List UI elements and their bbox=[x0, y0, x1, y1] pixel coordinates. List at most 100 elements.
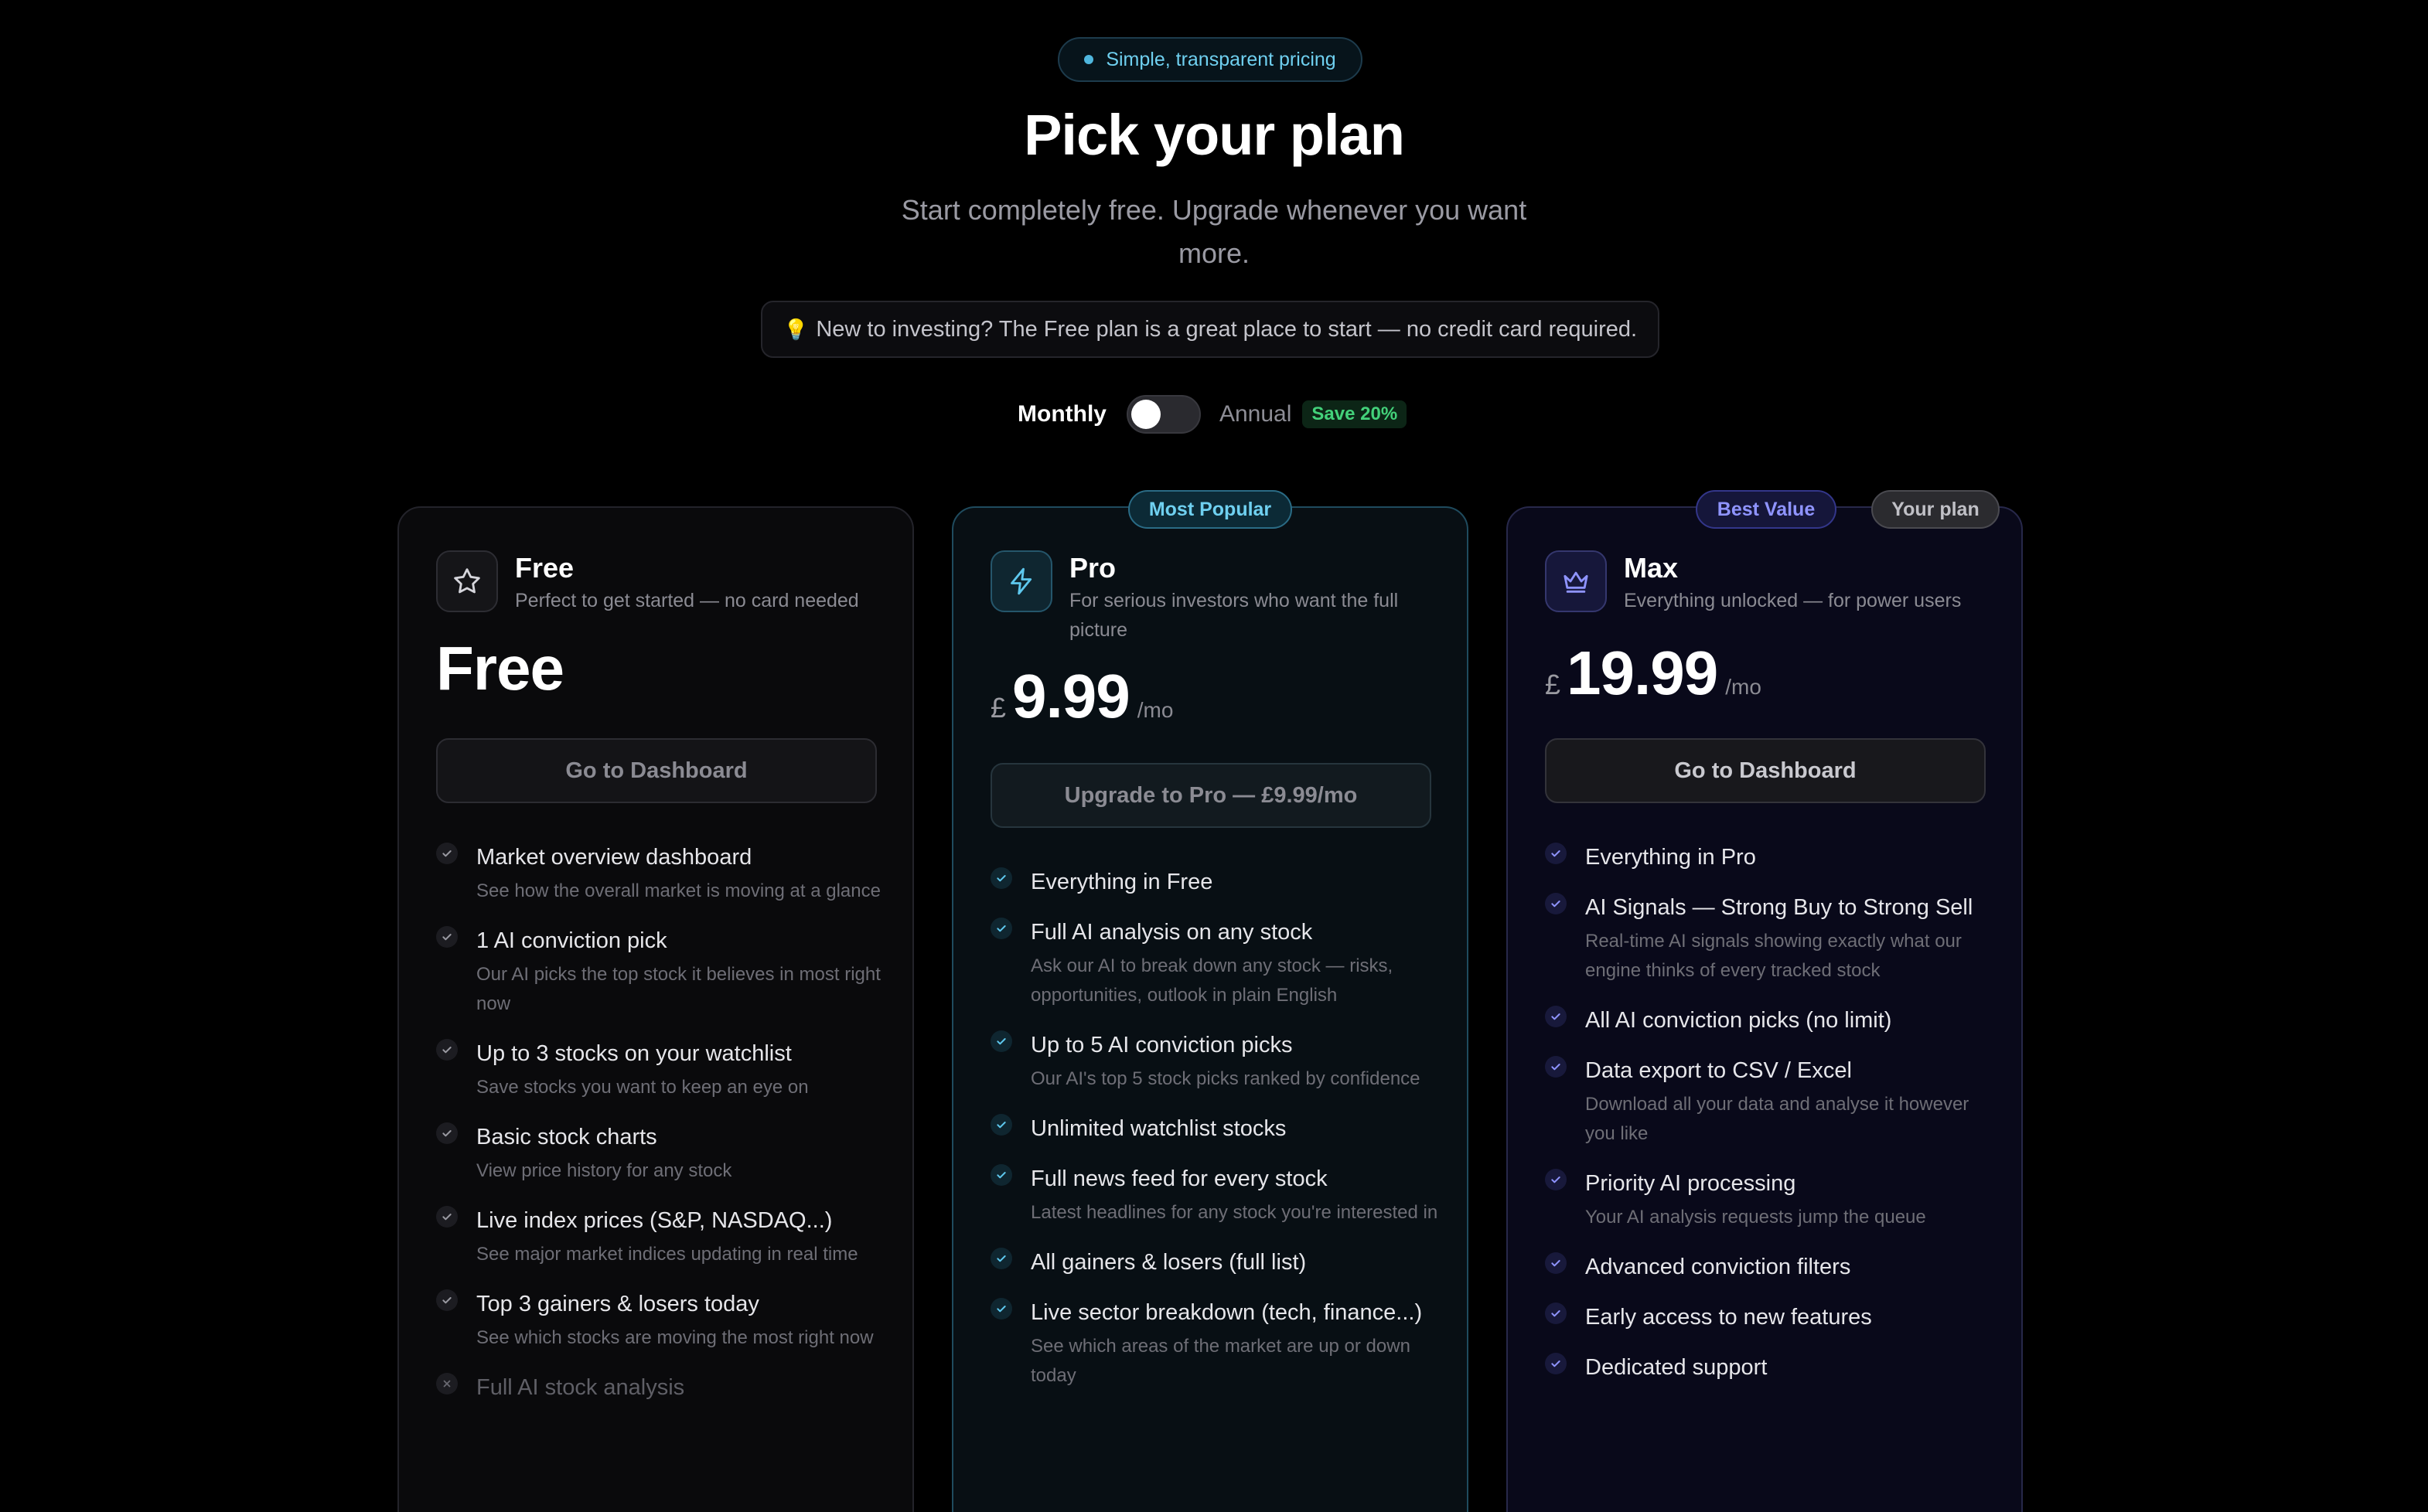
save-badge: Save 20% bbox=[1302, 400, 1407, 428]
feature-item: Early access to new features bbox=[1545, 1302, 1993, 1333]
plan-name: Pro bbox=[1069, 552, 1117, 584]
price-amount: Free bbox=[436, 634, 564, 703]
plan-card-free: Free Perfect to get started — no card ne… bbox=[397, 506, 914, 1512]
feature-title: Basic stock charts bbox=[476, 1125, 657, 1149]
feature-title: Priority AI processing bbox=[1585, 1171, 1796, 1196]
feature-item: AI Signals — Strong Buy to Strong Sell R… bbox=[1545, 892, 1993, 986]
pricing-page: Simple, transparent pricing Pick your pl… bbox=[0, 0, 2428, 1512]
page-title: Pick your plan bbox=[1024, 103, 1405, 167]
feature-item: Data export to CSV / Excel Download all … bbox=[1545, 1055, 1993, 1149]
current-plan-badge: Your plan bbox=[1871, 490, 2000, 529]
check-icon bbox=[1545, 1056, 1567, 1078]
feature-title: Live sector breakdown (tech, finance...) bbox=[1031, 1300, 1423, 1325]
badge-dot-icon bbox=[1084, 55, 1094, 64]
feature-title: Full AI analysis on any stock bbox=[1031, 920, 1313, 945]
feature-item: Everything in Free bbox=[991, 867, 1439, 897]
star-icon bbox=[436, 550, 498, 612]
check-icon bbox=[1545, 1353, 1567, 1374]
feature-item: Live index prices (S&P, NASDAQ...) See m… bbox=[436, 1205, 885, 1269]
lightning-icon bbox=[991, 550, 1052, 612]
feature-title: Advanced conviction filters bbox=[1585, 1255, 1851, 1279]
check-icon bbox=[436, 1206, 458, 1228]
feature-item: Priority AI processing Your AI analysis … bbox=[1545, 1168, 1993, 1232]
feature-item: Advanced conviction filters bbox=[1545, 1251, 1993, 1282]
feature-description: Ask our AI to break down any stock — ris… bbox=[1031, 955, 1393, 1006]
price-amount: 9.99 bbox=[1012, 662, 1130, 730]
billing-period-switch: Monthly Annual Save 20% bbox=[1018, 393, 1407, 436]
feature-list: Everything in Free Full AI analysis on a… bbox=[991, 867, 1439, 1410]
price-period: /mo bbox=[1137, 698, 1174, 722]
pricing-badge-label: Simple, transparent pricing bbox=[1106, 48, 1336, 70]
feature-item-unavailable: Full AI stock analysis bbox=[436, 1372, 885, 1403]
check-icon bbox=[991, 1298, 1012, 1320]
monthly-label[interactable]: Monthly bbox=[1018, 401, 1107, 427]
go-to-dashboard-button[interactable]: Go to Dashboard bbox=[1545, 738, 1986, 803]
feature-title: All AI conviction picks (no limit) bbox=[1585, 1008, 1892, 1033]
feature-item: Full news feed for every stock Latest he… bbox=[991, 1163, 1439, 1228]
feature-description: Save stocks you want to keep an eye on bbox=[476, 1077, 809, 1098]
plan-description: For serious investors who want the full … bbox=[1069, 590, 1399, 641]
feature-item: Top 3 gainers & losers today See which s… bbox=[436, 1289, 885, 1353]
feature-title: Dedicated support bbox=[1585, 1355, 1768, 1380]
go-to-dashboard-button[interactable]: Go to Dashboard bbox=[436, 738, 877, 803]
feature-item: All gainers & losers (full list) bbox=[991, 1247, 1439, 1278]
plan-card-pro: Pro For serious investors who want the f… bbox=[952, 506, 1468, 1512]
feature-description: See which areas of the market are up or … bbox=[1031, 1336, 1410, 1386]
check-icon bbox=[991, 1248, 1012, 1269]
check-icon bbox=[1545, 1006, 1567, 1027]
price-currency: £ bbox=[991, 692, 1007, 724]
plan-header: Free Perfect to get started — no card ne… bbox=[436, 550, 886, 615]
feature-item: Up to 5 AI conviction picks Our AI's top… bbox=[991, 1030, 1439, 1094]
feature-title: Everything in Free bbox=[1031, 870, 1213, 894]
feature-title: Full news feed for every stock bbox=[1031, 1166, 1328, 1191]
best-value-badge: Best Value bbox=[1696, 490, 1836, 529]
pricing-badge: Simple, transparent pricing bbox=[1058, 37, 1362, 82]
check-icon bbox=[1545, 1169, 1567, 1190]
check-icon bbox=[1545, 893, 1567, 914]
plan-description: Perfect to get started — no card needed bbox=[515, 590, 859, 611]
feature-title: 1 AI conviction pick bbox=[476, 928, 667, 953]
feature-description: Real-time AI signals showing exactly wha… bbox=[1585, 931, 1962, 981]
plan-header: Max Everything unlocked — for power user… bbox=[1545, 550, 1995, 615]
feature-description: Download all your data and analyse it ho… bbox=[1585, 1094, 1969, 1144]
feature-item: Up to 3 stocks on your watchlist Save st… bbox=[436, 1038, 885, 1102]
feature-item: Basic stock charts View price history fo… bbox=[436, 1122, 885, 1186]
feature-title: Up to 5 AI conviction picks bbox=[1031, 1033, 1293, 1057]
check-icon bbox=[991, 1114, 1012, 1136]
price: £ 9.99 /mo bbox=[991, 661, 1173, 732]
check-icon bbox=[436, 1289, 458, 1311]
feature-description: Your AI analysis requests jump the queue bbox=[1585, 1207, 1926, 1228]
feature-title: All gainers & losers (full list) bbox=[1031, 1250, 1307, 1275]
most-popular-badge: Most Popular bbox=[1128, 490, 1292, 529]
check-icon bbox=[991, 918, 1012, 939]
feature-description: Our AI's top 5 stock picks ranked by con… bbox=[1031, 1068, 1420, 1089]
info-note: 💡 New to investing? The Free plan is a g… bbox=[761, 301, 1659, 358]
check-icon bbox=[991, 1164, 1012, 1186]
feature-description: See how the overall market is moving at … bbox=[476, 880, 881, 901]
plan-name: Free bbox=[515, 552, 575, 584]
lightbulb-icon: 💡 bbox=[783, 317, 809, 341]
price-period: /mo bbox=[1725, 675, 1761, 699]
feature-title: Full AI stock analysis bbox=[476, 1375, 685, 1400]
feature-item: Market overview dashboard See how the ov… bbox=[436, 842, 885, 906]
feature-title: Data export to CSV / Excel bbox=[1585, 1058, 1852, 1083]
feature-item: 1 AI conviction pick Our AI picks the to… bbox=[436, 925, 885, 1019]
feature-item: Dedicated support bbox=[1545, 1352, 1993, 1383]
info-note-text: New to investing? The Free plan is a gre… bbox=[816, 316, 1638, 342]
feature-title: Unlimited watchlist stocks bbox=[1031, 1116, 1287, 1141]
feature-title: Everything in Pro bbox=[1585, 845, 1756, 870]
check-icon bbox=[1545, 1252, 1567, 1274]
feature-item: Live sector breakdown (tech, finance...)… bbox=[991, 1297, 1439, 1391]
price-amount: 19.99 bbox=[1567, 639, 1718, 707]
toggle-knob bbox=[1130, 400, 1161, 429]
plan-card-max: Max Everything unlocked — for power user… bbox=[1506, 506, 2023, 1512]
billing-toggle[interactable] bbox=[1126, 395, 1201, 434]
feature-title: Up to 3 stocks on your watchlist bbox=[476, 1041, 792, 1066]
feature-list: Everything in Pro AI Signals — Strong Bu… bbox=[1545, 842, 1993, 1402]
price-currency: £ bbox=[1545, 669, 1561, 700]
upgrade-to-pro-button[interactable]: Upgrade to Pro — £9.99/mo bbox=[991, 763, 1431, 828]
page-subtitle: Start completely free. Upgrade whenever … bbox=[901, 194, 1527, 269]
feature-description: Latest headlines for any stock you're in… bbox=[1031, 1202, 1438, 1223]
feature-description: See major market indices updating in rea… bbox=[476, 1244, 858, 1265]
annual-label[interactable]: Annual bbox=[1219, 401, 1291, 427]
